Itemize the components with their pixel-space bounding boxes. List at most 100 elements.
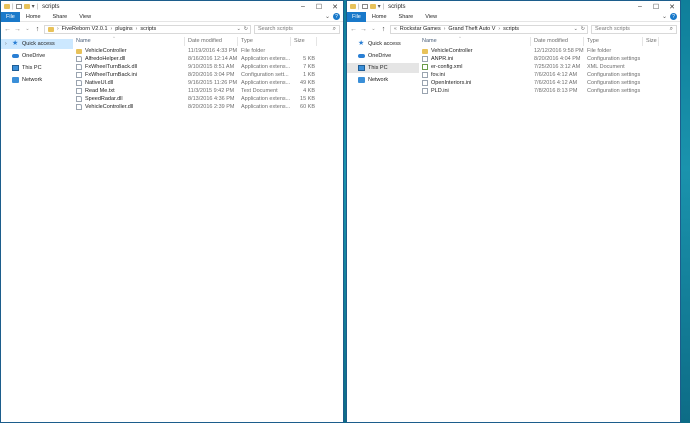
file-name-cell: FxWheelTurnBack.ini: [73, 72, 185, 78]
minimize-button[interactable]: –: [295, 1, 311, 12]
address-bar[interactable]: › FiveReborn V2.0.1 › plugins › scripts …: [44, 24, 251, 34]
nav-item-onedrive[interactable]: OneDrive: [1, 51, 73, 61]
file-type: File folder: [241, 48, 266, 54]
forward-arrow-icon[interactable]: →: [14, 26, 21, 33]
folder-icon: [48, 26, 54, 32]
file-name-cell: VehicleController: [419, 48, 531, 54]
tab-share[interactable]: Share: [393, 12, 420, 22]
file-row[interactable]: VehicleController 12/12/2016 9:58 PM File …: [419, 47, 680, 55]
file-row[interactable]: er-config.xml 7/25/2016 3:12 AM XML Docume…: [419, 63, 680, 71]
recent-locations-icon[interactable]: ⌄: [370, 26, 377, 32]
search-input[interactable]: Search scripts ⌕: [254, 24, 340, 34]
breadcrumb-item[interactable]: plugins: [115, 26, 132, 32]
column-header-size[interactable]: Size: [291, 37, 317, 46]
column-header-type[interactable]: Type: [584, 37, 643, 46]
help-icon[interactable]: ?: [333, 13, 340, 20]
forward-arrow-icon[interactable]: →: [360, 26, 367, 33]
file-name: ANPR.ini: [431, 56, 454, 62]
chevron-right-icon[interactable]: ›: [5, 41, 9, 47]
file-row[interactable]: FxWheelTurnBack.dll 9/10/2015 8:51 AM Appl…: [73, 63, 343, 71]
breadcrumb-item[interactable]: Grand Theft Auto V: [448, 26, 495, 32]
new-folder-icon[interactable]: [23, 4, 30, 9]
star-icon: ★: [358, 40, 365, 47]
breadcrumb-overflow-icon[interactable]: «: [394, 26, 397, 32]
tab-share[interactable]: Share: [47, 12, 74, 22]
nav-item-this-pc[interactable]: This PC: [347, 63, 419, 73]
tab-home[interactable]: Home: [366, 12, 393, 22]
file-row[interactable]: VehicleController 11/19/2016 4:33 PM File …: [73, 47, 343, 55]
file-type: File folder: [587, 48, 612, 54]
expand-ribbon-icon[interactable]: ⌄: [325, 13, 330, 20]
address-row: ← → ⌄ ↑ « Rockstar Games › Grand Theft A…: [347, 22, 680, 36]
nav-item-onedrive[interactable]: OneDrive: [347, 51, 419, 61]
sort-caret-icon: ^: [459, 35, 461, 40]
column-header-date[interactable]: Date modified: [531, 37, 584, 46]
file-row[interactable]: SpeedRadar.dll 8/13/2016 4:36 PM Applicati…: [73, 95, 343, 103]
help-icon[interactable]: ?: [670, 13, 677, 20]
nav-item-network[interactable]: Network: [1, 75, 73, 85]
chevron-down-icon[interactable]: ⌄: [574, 26, 578, 32]
file-name-cell: NativeUI.dll: [73, 80, 185, 86]
breadcrumb-item[interactable]: scripts: [140, 26, 156, 32]
file-row[interactable]: Read Me.txt 11/3/2015 9:42 PM Text Documen…: [73, 87, 343, 95]
column-header-name[interactable]: Name: [419, 37, 531, 46]
nav-item-label: This PC: [22, 65, 42, 71]
file-row[interactable]: AlfredoHelper.dll 8/16/2016 12:14 AM Appli…: [73, 55, 343, 63]
folder-icon: [76, 48, 82, 54]
properties-icon[interactable]: [15, 4, 22, 9]
refresh-icon[interactable]: ↻: [581, 26, 585, 32]
recent-locations-icon[interactable]: ⌄: [24, 26, 31, 32]
title-bar[interactable]: | ▾ | scripts – ☐ ✕: [347, 1, 680, 12]
breadcrumb-item[interactable]: FiveReborn V2.0.1: [62, 26, 108, 32]
breadcrumb-item[interactable]: scripts: [503, 26, 519, 32]
breadcrumb-item[interactable]: Rockstar Games: [400, 26, 441, 32]
column-header-row: ^ Name Date modified Type Size: [419, 35, 680, 47]
chevron-down-icon[interactable]: ⌄: [237, 26, 241, 32]
file-row[interactable]: PLD.ini 7/8/2016 8:13 PM Configuration set…: [419, 87, 680, 95]
chevron-down-icon[interactable]: ▾: [378, 3, 381, 10]
tab-file[interactable]: File: [1, 11, 20, 22]
maximize-button[interactable]: ☐: [648, 1, 664, 12]
tab-view[interactable]: View: [419, 12, 443, 22]
title-bar[interactable]: | ▾ | scripts – ☐ ✕: [1, 1, 343, 12]
file-date: 8/13/2016 4:36 PM: [188, 96, 235, 102]
back-arrow-icon[interactable]: ←: [350, 26, 357, 33]
tab-view[interactable]: View: [73, 12, 97, 22]
close-button[interactable]: ✕: [664, 1, 680, 12]
file-row[interactable]: NativeUI.dll 9/16/2015 11:26 PM Applicatio…: [73, 79, 343, 87]
nav-item-quick-access[interactable]: › ★ Quick access: [1, 39, 73, 49]
file-date: 8/20/2016 2:39 PM: [188, 104, 235, 110]
new-folder-icon[interactable]: [369, 4, 376, 9]
file-row[interactable]: fov.ini 7/6/2016 4:12 AM Configuration set…: [419, 71, 680, 79]
close-button[interactable]: ✕: [327, 1, 343, 12]
cloud-icon: [12, 54, 19, 58]
file-row[interactable]: OpenInteriors.ini 7/6/2016 4:12 AM Configu…: [419, 79, 680, 87]
up-arrow-icon[interactable]: ↑: [380, 26, 387, 33]
chevron-down-icon[interactable]: ▾: [32, 3, 35, 10]
file-date: 12/12/2016 9:58 PM: [534, 48, 584, 54]
tab-file[interactable]: File: [347, 11, 366, 22]
ribbon-tabs: File Home Share View ⌄ ?: [347, 11, 680, 22]
properties-icon[interactable]: [361, 4, 368, 9]
file-row[interactable]: FxWheelTurnBack.ini 8/20/2016 3:04 PM Conf…: [73, 71, 343, 79]
document-icon: [76, 88, 82, 94]
expand-ribbon-icon[interactable]: ⌄: [662, 13, 667, 20]
nav-item-quick-access[interactable]: ★ Quick access: [347, 39, 419, 49]
minimize-button[interactable]: –: [632, 1, 648, 12]
tab-home[interactable]: Home: [20, 12, 47, 22]
file-row[interactable]: ANPR.ini 8/20/2016 4:04 PM Configuration s…: [419, 55, 680, 63]
up-arrow-icon[interactable]: ↑: [34, 26, 41, 33]
address-bar[interactable]: « Rockstar Games › Grand Theft Auto V › …: [390, 24, 588, 34]
search-input[interactable]: Search scripts ⌕: [591, 24, 677, 34]
refresh-icon[interactable]: ↻: [244, 26, 248, 32]
column-header-date[interactable]: Date modified: [185, 37, 238, 46]
maximize-button[interactable]: ☐: [311, 1, 327, 12]
column-header-name[interactable]: Name: [73, 37, 185, 46]
file-name: NativeUI.dll: [85, 80, 114, 86]
nav-item-network[interactable]: Network: [347, 75, 419, 85]
back-arrow-icon[interactable]: ←: [4, 26, 11, 33]
column-header-type[interactable]: Type: [238, 37, 291, 46]
file-row[interactable]: VehicleController.dll 8/20/2016 2:39 PM Ap…: [73, 103, 343, 111]
column-header-size[interactable]: Size: [643, 37, 659, 46]
nav-item-this-pc[interactable]: This PC: [1, 63, 73, 73]
